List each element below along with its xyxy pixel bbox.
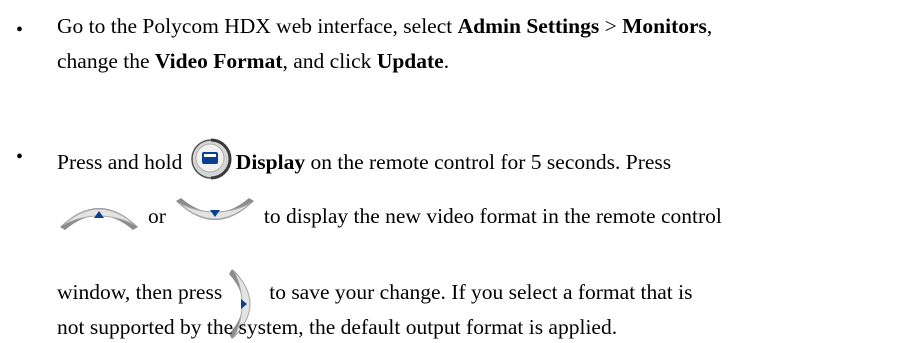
arrow-down-icon (173, 197, 257, 231)
paragraph-2-line-1: Press and hold Display on the remote con… (57, 138, 672, 185)
paragraph-1-line-1: Go to the Polycom HDX web interface, sel… (57, 14, 713, 38)
arrow-up-icon (57, 197, 141, 231)
text: not supported by the system, the default… (57, 315, 618, 339)
text: change the (57, 49, 155, 73)
paragraph-2-line-2: or to display the new video format in th… (57, 198, 722, 235)
paragraph-2-line-4: not supported by the system, the default… (57, 315, 618, 339)
text: to display the new video format in the r… (263, 203, 722, 228)
admin-settings-term: Admin Settings (457, 14, 600, 38)
paragraph-1-line-2: change the Video Format, and click Updat… (57, 49, 450, 73)
text: Press and hold (57, 149, 188, 174)
display-term: Display (235, 149, 306, 174)
text: , and click (282, 49, 377, 73)
update-term: Update (376, 49, 444, 73)
monitors-term: Monitors (622, 14, 707, 38)
text: , (706, 14, 713, 38)
text: . (443, 49, 450, 73)
text: or (148, 203, 166, 228)
text: > (599, 14, 623, 38)
document-page: • Go to the Polycom HDX web interface, s… (0, 0, 920, 343)
text: on the remote control for 5 seconds. Pre… (305, 149, 672, 174)
text: window, then press (57, 279, 223, 304)
display-icon (190, 138, 232, 180)
text: Go to the Polycom HDX web interface, sel… (57, 14, 458, 38)
bullet-point: • (16, 19, 24, 41)
text: to save your change. If you select a for… (269, 279, 693, 304)
bullet-point: • (16, 146, 24, 168)
video-format-term: Video Format (154, 49, 283, 73)
